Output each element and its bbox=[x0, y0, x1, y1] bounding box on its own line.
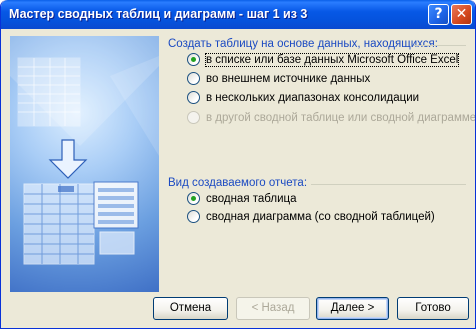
report-group-label: Вид создаваемого отчета: bbox=[168, 177, 308, 189]
radio-consolidation-ranges-label: в нескольких диапазонах консолидации bbox=[206, 91, 420, 104]
pivot-wizard-illustration-icon bbox=[10, 36, 159, 265]
radio-pivot-chart-label: сводная диаграмма (со сводной таблицей) bbox=[206, 210, 435, 223]
next-button[interactable]: Далее > bbox=[316, 297, 389, 320]
title-bar[interactable]: Мастер сводных таблиц и диаграмм - шаг 1… bbox=[1, 0, 475, 29]
radio-icon[interactable] bbox=[187, 91, 200, 104]
radio-external-source[interactable]: во внешнем источнике данных bbox=[187, 72, 370, 85]
cancel-button[interactable]: Отмена bbox=[153, 297, 228, 320]
radio-excel-list[interactable]: в списке или базе данных Microsoft Offic… bbox=[187, 52, 460, 67]
question-icon: ? bbox=[434, 6, 443, 22]
radio-pivot-chart[interactable]: сводная диаграмма (со сводной таблицей) bbox=[187, 210, 435, 223]
radio-disabled-icon bbox=[187, 111, 200, 124]
radio-another-pivot: в другой сводной таблице или сводной диа… bbox=[187, 111, 476, 124]
back-button: < Назад bbox=[236, 297, 310, 320]
dialog-title: Мастер сводных таблиц и диаграмм - шаг 1… bbox=[9, 7, 308, 21]
radio-icon[interactable] bbox=[187, 210, 200, 223]
radio-checked-icon[interactable] bbox=[187, 192, 200, 205]
radio-excel-list-label: в списке или базе данных Microsoft Offic… bbox=[204, 52, 460, 67]
report-group-divider bbox=[311, 184, 466, 185]
wizard-dialog: Мастер сводных таблиц и диаграмм - шаг 1… bbox=[0, 0, 476, 329]
source-group-label: Создать таблицу на основе данных, находя… bbox=[168, 38, 438, 50]
radio-another-pivot-label: в другой сводной таблице или сводной диа… bbox=[206, 111, 476, 124]
radio-pivot-table-label: сводная таблица bbox=[206, 192, 297, 205]
help-button[interactable]: ? bbox=[428, 4, 449, 25]
close-icon: ✕ bbox=[455, 6, 468, 22]
radio-icon[interactable] bbox=[187, 72, 200, 85]
down-arrow-icon bbox=[48, 139, 88, 179]
radio-consolidation-ranges[interactable]: в нескольких диапазонах консолидации bbox=[187, 91, 419, 104]
radio-pivot-table[interactable]: сводная таблица bbox=[187, 192, 296, 205]
radio-checked-icon[interactable] bbox=[187, 53, 200, 66]
wizard-illustration bbox=[10, 36, 159, 292]
source-group-divider bbox=[414, 45, 466, 46]
radio-external-source-label: во внешнем источнике данных bbox=[206, 72, 371, 85]
finish-button[interactable]: Готово bbox=[397, 297, 469, 320]
close-button[interactable]: ✕ bbox=[451, 4, 472, 25]
